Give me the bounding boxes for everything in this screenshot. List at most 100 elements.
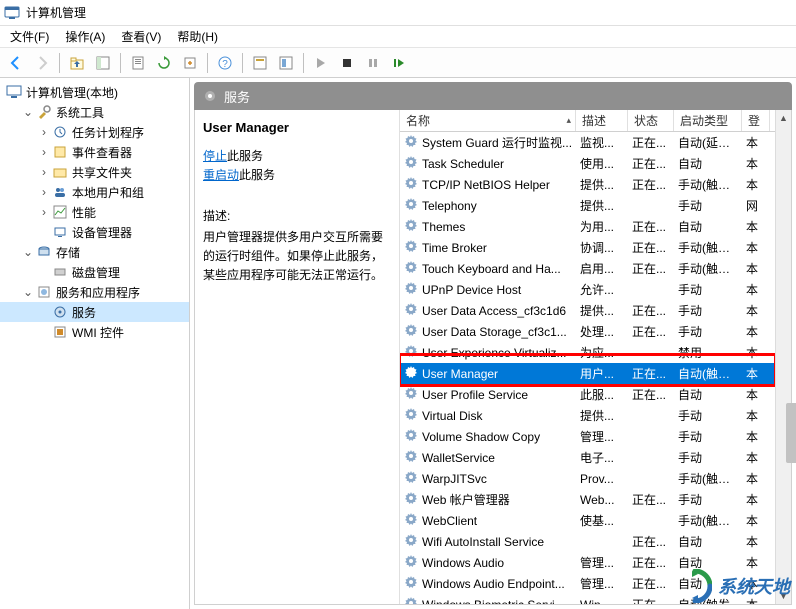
back-button[interactable] xyxy=(4,51,28,75)
gear-icon xyxy=(52,304,68,320)
service-state: 正在... xyxy=(628,155,674,172)
column-start[interactable]: 启动类型 xyxy=(674,110,742,131)
service-name: User Profile Service xyxy=(422,388,528,402)
content-pane: 服务 User Manager 停止此服务 重启动此服务 描述: 用户管理器提供… xyxy=(190,78,796,609)
tree-system-tools[interactable]: ⌄ 系统工具 xyxy=(0,102,189,122)
tree-storage[interactable]: ⌄存储 xyxy=(0,242,189,262)
service-row[interactable]: Web 帐户管理器Web...正在...手动本 xyxy=(400,489,775,510)
tree-local-users[interactable]: ›本地用户和组 xyxy=(0,182,189,202)
show-hide-button[interactable] xyxy=(91,51,115,75)
tree-performance[interactable]: ›性能 xyxy=(0,202,189,222)
watermark-text: 系统天地 xyxy=(718,573,790,599)
service-row[interactable]: User Experience Virtualiz...为应...禁用本 xyxy=(400,342,775,363)
service-desc: 处理... xyxy=(576,323,628,340)
service-row[interactable]: Task Scheduler使用...正在...自动本 xyxy=(400,153,775,174)
service-state: 正在... xyxy=(628,176,674,193)
expand-icon[interactable]: › xyxy=(38,125,50,139)
scroll-thumb[interactable] xyxy=(786,403,796,463)
service-row[interactable]: WebClient使基...手动(触发...本 xyxy=(400,510,775,531)
pause-service-button[interactable] xyxy=(361,51,385,75)
menu-view[interactable]: 查看(V) xyxy=(113,26,169,47)
expand-icon[interactable]: › xyxy=(38,205,50,219)
service-row[interactable]: Touch Keyboard and Ha...启用...正在...手动(触发.… xyxy=(400,258,775,279)
service-state: 正在... xyxy=(628,239,674,256)
tree-event-viewer[interactable]: ›事件查看器 xyxy=(0,142,189,162)
service-desc: 电子... xyxy=(576,449,628,466)
stop-service-button[interactable] xyxy=(335,51,359,75)
service-row[interactable]: WalletService电子...手动本 xyxy=(400,447,775,468)
tree-disk-mgmt[interactable]: 磁盘管理 xyxy=(0,262,189,282)
stop-suffix: 此服务 xyxy=(227,149,263,163)
disk-icon xyxy=(52,264,68,280)
service-login: 本 xyxy=(742,323,770,340)
tree-services-apps[interactable]: ⌄服务和应用程序 xyxy=(0,282,189,302)
properties-button[interactable] xyxy=(126,51,150,75)
service-row[interactable]: System Guard 运行时监视...监视...正在...自动(延迟...本 xyxy=(400,132,775,153)
tree-services[interactable]: 服务 xyxy=(0,302,189,322)
tree-label: 共享文件夹 xyxy=(72,164,132,181)
service-row[interactable]: Volume Shadow Copy管理...手动本 xyxy=(400,426,775,447)
service-row[interactable]: Themes为用...正在...自动本 xyxy=(400,216,775,237)
service-row[interactable]: Telephony提供...手动网 xyxy=(400,195,775,216)
service-name: Volume Shadow Copy xyxy=(422,430,540,444)
stop-link[interactable]: 停止 xyxy=(203,149,227,163)
service-row[interactable]: User Profile Service此服...正在...自动本 xyxy=(400,384,775,405)
start-service-button[interactable] xyxy=(309,51,333,75)
column-name[interactable]: 名称▴ xyxy=(400,110,576,131)
up-button[interactable] xyxy=(65,51,89,75)
tree-wmi[interactable]: WMI 控件 xyxy=(0,322,189,342)
service-start: 手动 xyxy=(674,491,742,508)
scroll-up-button[interactable]: ▲ xyxy=(776,110,791,126)
export-button[interactable] xyxy=(178,51,202,75)
gear-icon xyxy=(404,491,418,508)
tree-device-manager[interactable]: 设备管理器 xyxy=(0,222,189,242)
expand-icon[interactable]: › xyxy=(38,145,50,159)
service-row[interactable]: User Manager用户...正在...自动(触发...本 xyxy=(400,363,775,384)
service-start: 手动 xyxy=(674,428,742,445)
menu-file[interactable]: 文件(F) xyxy=(2,26,57,47)
tree-label: 设备管理器 xyxy=(72,224,132,241)
service-state: 正在... xyxy=(628,323,674,340)
help-button[interactable]: ? xyxy=(213,51,237,75)
device-icon xyxy=(52,224,68,240)
expand-icon[interactable]: › xyxy=(38,185,50,199)
filter2-button[interactable] xyxy=(274,51,298,75)
service-row[interactable]: Virtual Disk提供...手动本 xyxy=(400,405,775,426)
service-desc: 监视... xyxy=(576,134,628,151)
service-login: 本 xyxy=(742,533,770,550)
service-row[interactable]: WarpJITSvcProv...手动(触发...本 xyxy=(400,468,775,489)
collapse-icon[interactable]: ⌄ xyxy=(22,245,34,259)
service-row[interactable]: User Data Access_cf3c1d6提供...正在...手动本 xyxy=(400,300,775,321)
tree-task-scheduler[interactable]: ›任务计划程序 xyxy=(0,122,189,142)
tree-root[interactable]: 计算机管理(本地) xyxy=(0,82,189,102)
service-row[interactable]: User Data Storage_cf3c1...处理...正在...手动本 xyxy=(400,321,775,342)
collapse-icon[interactable]: ⌄ xyxy=(22,285,34,299)
service-desc: 此服... xyxy=(576,386,628,403)
service-row[interactable]: UPnP Device Host允许...手动本 xyxy=(400,279,775,300)
restart-service-button[interactable] xyxy=(387,51,411,75)
gear-icon xyxy=(404,176,418,193)
column-login[interactable]: 登 xyxy=(742,110,770,131)
navigation-tree[interactable]: 计算机管理(本地) ⌄ 系统工具 ›任务计划程序 ›事件查看器 › 共享文件夹 ›… xyxy=(0,78,190,609)
expand-icon[interactable]: › xyxy=(38,165,50,179)
tree-shared-folders[interactable]: › 共享文件夹 xyxy=(0,162,189,182)
column-state[interactable]: 状态 xyxy=(628,110,674,131)
menu-help[interactable]: 帮助(H) xyxy=(169,26,226,47)
refresh-button[interactable] xyxy=(152,51,176,75)
forward-button[interactable] xyxy=(30,51,54,75)
menu-action[interactable]: 操作(A) xyxy=(57,26,113,47)
toolbar: ? xyxy=(0,48,796,78)
service-row[interactable]: Time Broker协调...正在...手动(触发...本 xyxy=(400,237,775,258)
vertical-scrollbar[interactable]: ▲ ▼ xyxy=(775,110,791,604)
service-desc: 允许... xyxy=(576,281,628,298)
collapse-icon[interactable]: ⌄ xyxy=(22,105,34,119)
service-name: WarpJITSvc xyxy=(422,472,487,486)
filter-button[interactable] xyxy=(248,51,272,75)
gear-icon xyxy=(404,554,418,571)
restart-link[interactable]: 重启动 xyxy=(203,168,239,182)
column-desc[interactable]: 描述 xyxy=(576,110,628,131)
service-row[interactable]: Wifi AutoInstall Service正在...自动本 xyxy=(400,531,775,552)
grid-body[interactable]: System Guard 运行时监视...监视...正在...自动(延迟...本… xyxy=(400,132,775,604)
service-row[interactable]: TCP/IP NetBIOS Helper提供...正在...手动(触发...本 xyxy=(400,174,775,195)
service-name: Wifi AutoInstall Service xyxy=(422,535,544,549)
